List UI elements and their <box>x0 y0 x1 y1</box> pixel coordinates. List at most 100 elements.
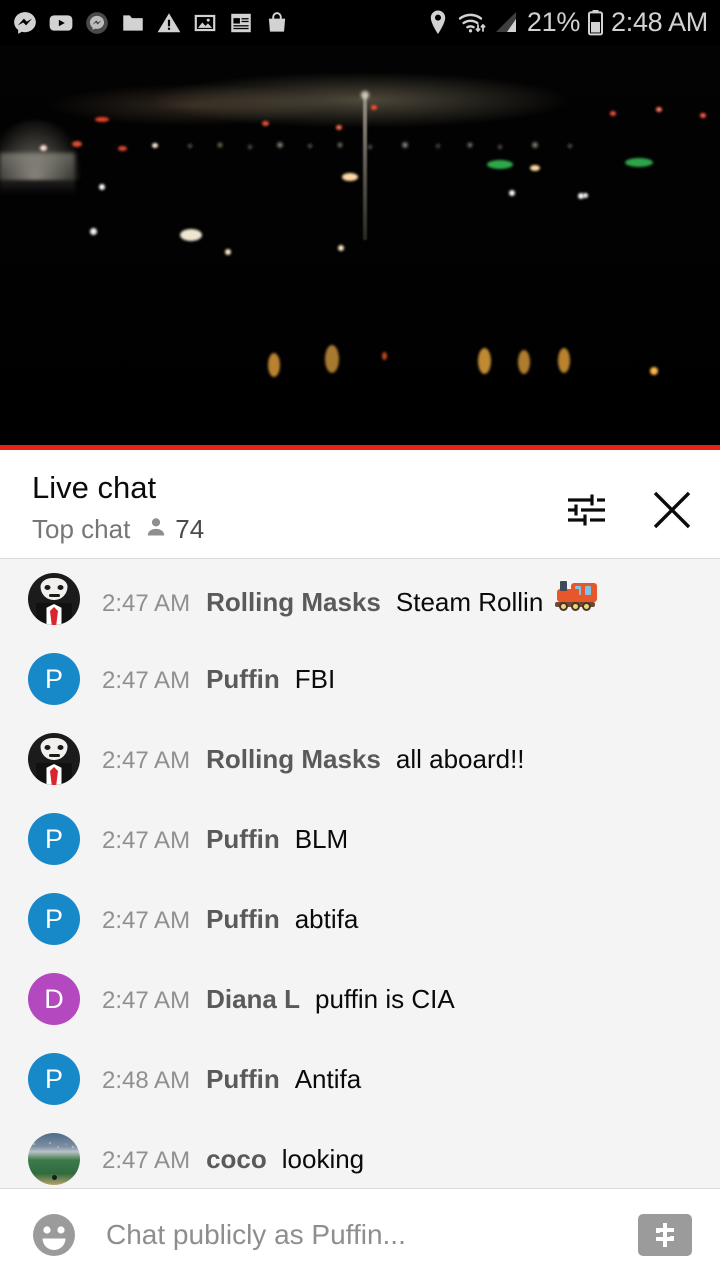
status-bar-notification-icons <box>12 10 290 36</box>
message-body: 2:48 AM Puffin Antifa <box>102 1064 361 1095</box>
avatar-initial: P <box>44 823 63 854</box>
news-icon <box>228 10 254 36</box>
location-icon <box>426 9 450 37</box>
avatar-initial: P <box>44 1063 63 1094</box>
light-point <box>558 348 570 373</box>
light-point <box>72 141 82 147</box>
message-timestamp: 2:47 AM <box>102 1146 191 1174</box>
list-item[interactable]: P 2:47 AM Puffin BLM <box>0 799 720 879</box>
message-author[interactable]: Puffin <box>206 664 280 695</box>
list-item[interactable]: 2:47 AM coco looking <box>0 1119 720 1188</box>
message-author[interactable]: Puffin <box>206 1064 280 1095</box>
message-body: 2:47 AM Puffin FBI <box>102 664 335 695</box>
avatar[interactable] <box>28 573 80 625</box>
light-point <box>487 160 513 169</box>
message-author[interactable]: coco <box>206 1144 267 1175</box>
avatar-initial: D <box>44 983 64 1014</box>
chat-input-bar <box>0 1188 720 1280</box>
message-author[interactable]: Puffin <box>206 824 280 855</box>
message-body: 2:47 AM Puffin BLM <box>102 824 348 855</box>
light-point <box>90 228 97 235</box>
light-point <box>338 245 344 251</box>
list-item[interactable]: 2:47 AM Rolling Masks Steam Rollin <box>0 559 720 639</box>
avatar[interactable]: P <box>28 813 80 865</box>
message-body: 2:47 AM Diana L puffin is CIA <box>102 984 455 1015</box>
light-point <box>382 352 387 360</box>
light-point <box>656 107 662 112</box>
light-point <box>478 348 491 374</box>
dollar-sign-icon[interactable] <box>638 1213 692 1256</box>
light-point <box>225 249 231 255</box>
battery-icon <box>587 9 604 37</box>
message-text: Antifa <box>294 1063 362 1094</box>
search-input[interactable] <box>106 1218 626 1251</box>
smiley-face-icon[interactable] <box>28 1209 80 1261</box>
avatar[interactable] <box>28 1133 80 1185</box>
wifi-icon <box>457 9 487 37</box>
close-x-icon[interactable] <box>646 484 698 536</box>
light-point <box>180 229 202 241</box>
light-point <box>325 345 339 373</box>
anon-mask-icon <box>40 738 68 760</box>
anon-mask-icon <box>40 578 68 600</box>
avatar[interactable] <box>28 733 80 785</box>
light-point <box>583 193 588 198</box>
avatar[interactable]: P <box>28 1053 80 1105</box>
light-point <box>336 125 342 130</box>
message-text: abtifa <box>294 903 359 934</box>
list-item[interactable]: 2:47 AM Rolling Masks all aboard!! <box>0 719 720 799</box>
light-point <box>268 353 280 377</box>
message-author[interactable]: Rolling Masks <box>206 744 381 775</box>
list-item[interactable]: P 2:47 AM Puffin FBI <box>0 639 720 719</box>
list-item[interactable]: P 2:48 AM Puffin Antifa <box>0 1039 720 1119</box>
message-author[interactable]: Rolling Masks <box>206 587 381 618</box>
avatar[interactable]: P <box>28 653 80 705</box>
message-author[interactable]: Diana L <box>206 984 300 1015</box>
chat-mode-label[interactable]: Top chat <box>32 514 130 545</box>
message-timestamp: 2:47 AM <box>102 666 191 694</box>
avatar-photo-crowd <box>28 1139 80 1153</box>
avatar-initial: P <box>44 903 63 934</box>
cellular-signal-icon <box>494 10 520 36</box>
tune-sliders-icon[interactable] <box>560 484 612 536</box>
messenger-secondary-icon <box>84 10 110 36</box>
folder-icon <box>120 10 146 36</box>
light-point <box>610 111 616 116</box>
monument-pole <box>363 95 367 240</box>
photos-icon <box>192 10 218 36</box>
message-timestamp: 2:47 AM <box>102 986 191 1014</box>
message-body: 2:47 AM coco looking <box>102 1144 364 1175</box>
message-timestamp: 2:48 AM <box>102 1066 191 1094</box>
status-bar: 21% 2:48 AM <box>0 0 720 45</box>
chat-header-titles: Live chat Top chat 74 <box>32 470 204 545</box>
message-body: 2:47 AM Puffin abtifa <box>102 904 358 935</box>
avatar-photo-ball <box>52 1175 57 1180</box>
chat-message-list[interactable]: 2:47 AM Rolling Masks Steam Rollin P 2:4… <box>0 558 720 1188</box>
status-bar-system-area: 21% 2:48 AM <box>426 7 708 38</box>
page-title: Live chat <box>32 470 157 505</box>
night-sky-background <box>0 45 720 450</box>
viewer-count-label: 74 <box>175 513 205 544</box>
light-point <box>650 367 658 375</box>
light-point <box>509 190 515 196</box>
light-point <box>99 184 105 190</box>
avatar[interactable]: P <box>28 893 80 945</box>
light-point <box>342 173 358 181</box>
monument-pole-light <box>361 91 369 99</box>
avatar[interactable]: D <box>28 973 80 1025</box>
warning-icon <box>156 10 182 36</box>
light-point <box>700 113 706 118</box>
light-point <box>625 158 653 167</box>
message-body: 2:47 AM Rolling Masks all aboard!! <box>102 744 525 775</box>
message-author[interactable]: Puffin <box>206 904 280 935</box>
light-point <box>371 105 377 110</box>
list-item[interactable]: P 2:47 AM Puffin abtifa <box>0 879 720 959</box>
light-point <box>262 121 269 126</box>
message-timestamp: 2:47 AM <box>102 746 191 774</box>
list-item[interactable]: D 2:47 AM Diana L puffin is CIA <box>0 959 720 1039</box>
battery-percent-label: 21% <box>526 7 581 37</box>
jefferson-memorial-columns <box>0 153 75 195</box>
message-text: BLM <box>294 823 349 854</box>
chat-header-subline: Top chat 74 <box>32 514 204 545</box>
video-player[interactable] <box>0 45 720 450</box>
